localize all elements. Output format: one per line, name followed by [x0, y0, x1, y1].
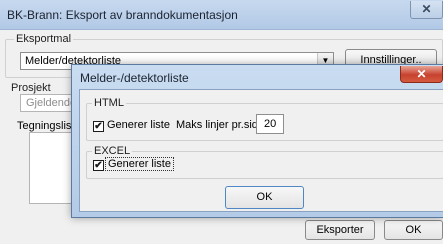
checkmark-icon: ✔ [94, 160, 103, 171]
main-titlebar[interactable]: BK-Brann: Eksport av branndokumentasjon … [0, 0, 443, 30]
prosjekt-label: Prosjekt [9, 82, 53, 94]
dialog-body: HTML ✔ Generer liste Maks linjer pr.side… [79, 89, 443, 212]
excel-generate-label: Generer liste [105, 157, 174, 171]
main-window-title: BK-Brann: Eksport av branndokumentasjon [7, 8, 238, 22]
max-lines-label: Maks linjer pr.side: [176, 119, 268, 131]
dialog-close-button[interactable]: ✕ [400, 66, 443, 83]
melder-dialog: Melder-/detektorliste ✕ HTML ✔ Generer l… [71, 64, 443, 218]
excel-group-label: EXCEL [92, 145, 133, 157]
html-generate-checkbox[interactable]: ✔ [93, 121, 104, 132]
excel-generate-checkbox[interactable]: ✔ [93, 160, 104, 171]
close-icon: ✕ [421, 2, 432, 16]
html-generate-label: Generer liste [107, 119, 170, 131]
max-lines-value: 20 [264, 118, 277, 130]
dialog-ok-button[interactable]: OK [225, 186, 304, 209]
html-group-label: HTML [92, 97, 126, 109]
checkmark-icon: ✔ [94, 121, 103, 132]
main-ok-button[interactable]: OK [384, 220, 443, 240]
close-icon: ✕ [416, 67, 427, 81]
prosjekt-value: Gjeldende [26, 97, 77, 109]
max-lines-input[interactable]: 20 [256, 114, 284, 134]
dialog-title: Melder-/detektorliste [80, 71, 189, 85]
main-close-button[interactable]: ✕ [410, 1, 443, 19]
tegningsliste-label: Tegningslis [17, 120, 72, 132]
export-button[interactable]: Eksporter [305, 220, 375, 240]
eksportmal-label: Eksportmal [14, 33, 74, 45]
